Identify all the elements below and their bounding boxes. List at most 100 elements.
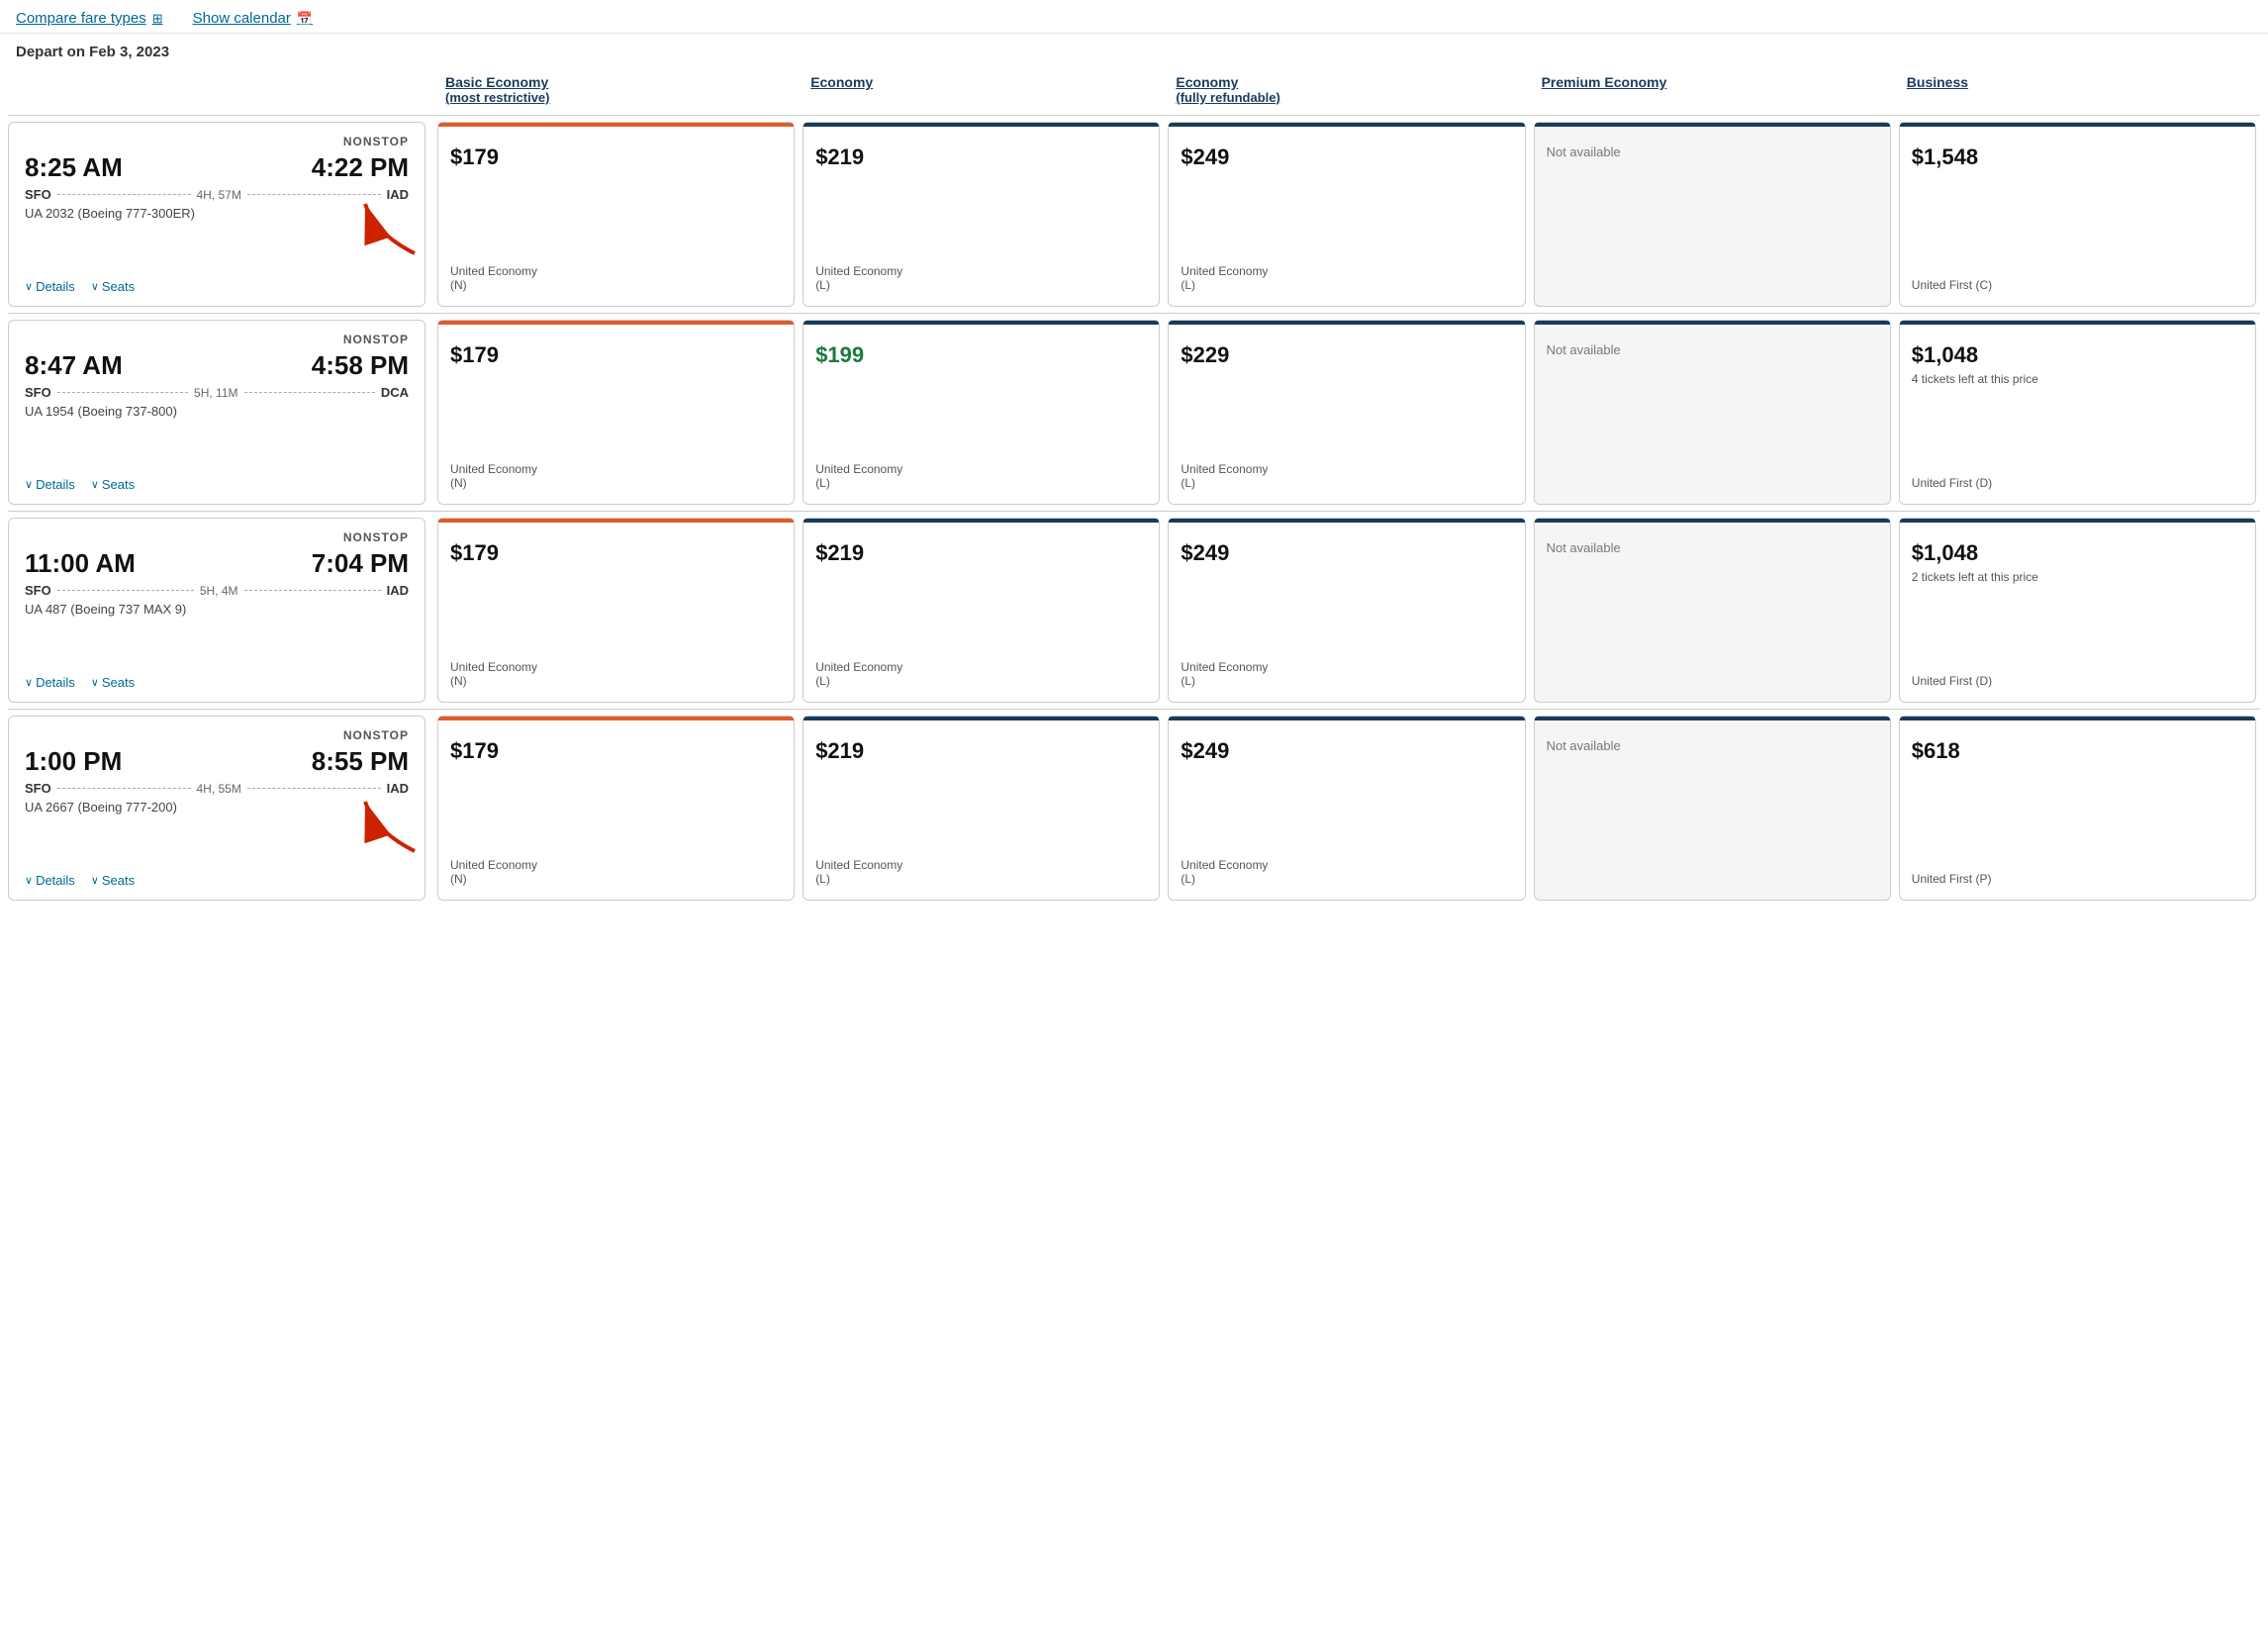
fare-price-2-2: $249	[1181, 540, 1512, 566]
fare-price-0-4: $1,548	[1912, 144, 2243, 170]
fare-cell-3-1[interactable]: $219 United Economy(L)	[803, 716, 1160, 901]
col-header-economy[interactable]: Economy	[799, 68, 1164, 111]
nonstop-label-2: NONSTOP	[25, 530, 409, 544]
col-header-economy-refundable-label: Economy	[1176, 74, 1517, 90]
flight-info-3: NONSTOP 1:00 PM 8:55 PM SFO 4H, 55M IAD …	[8, 716, 425, 901]
col-header-business[interactable]: Business	[1895, 68, 2260, 111]
dest-1: DCA	[381, 385, 409, 400]
nonstop-label-0: NONSTOP	[25, 135, 409, 148]
details-link-3[interactable]: ∨ Details	[25, 873, 75, 888]
fare-cell-3-2[interactable]: $249 United Economy(L)	[1168, 716, 1525, 901]
fare-cell-3-4[interactable]: $618 United First (P)	[1899, 716, 2256, 901]
details-link-0[interactable]: ∨ Details	[25, 279, 75, 294]
aircraft-1: UA 1954 (Boeing 737-800)	[25, 404, 409, 419]
fare-cell-2-2[interactable]: $249 United Economy(L)	[1168, 518, 1525, 703]
fare-sub-2-1: United Economy(L)	[815, 652, 1147, 688]
flight-info-1: NONSTOP 8:47 AM 4:58 PM SFO 5H, 11M DCA …	[8, 320, 425, 505]
fare-cell-2-3: Not available	[1534, 518, 1891, 703]
dashes2-1	[244, 392, 375, 393]
details-chevron-2: ∨	[25, 676, 33, 689]
dashes2-0	[247, 194, 381, 195]
dashes2-3	[247, 788, 381, 789]
col-header-economy-refundable[interactable]: Economy (fully refundable)	[1164, 68, 1529, 111]
show-calendar-link[interactable]: Show calendar 📅	[193, 10, 313, 27]
compare-icon: ⊞	[152, 11, 163, 27]
details-link-2[interactable]: ∨ Details	[25, 675, 75, 690]
show-calendar-label: Show calendar	[193, 10, 291, 27]
compare-fare-link[interactable]: Compare fare types ⊞	[16, 10, 163, 27]
fare-sub-1-4: United First (D)	[1912, 468, 2243, 490]
arrive-time-3: 8:55 PM	[312, 746, 409, 777]
fare-price-1-1: $199	[815, 342, 1147, 368]
fare-sub-3-2: United Economy(L)	[1181, 850, 1512, 886]
seats-chevron-2: ∨	[91, 676, 99, 689]
fare-cell-1-3: Not available	[1534, 320, 1891, 505]
seats-link-0[interactable]: ∨ Seats	[91, 279, 135, 294]
aircraft-3: UA 2667 (Boeing 777-200)	[25, 800, 409, 815]
flight-row-1: NONSTOP 8:47 AM 4:58 PM SFO 5H, 11M DCA …	[8, 313, 2260, 511]
origin-2: SFO	[25, 583, 51, 598]
fare-price-1-0: $179	[450, 342, 782, 368]
flight-row-0: NONSTOP 8:25 AM 4:22 PM SFO 4H, 57M IAD …	[8, 115, 2260, 313]
details-link-1[interactable]: ∨ Details	[25, 477, 75, 492]
fare-cell-1-2[interactable]: $229 United Economy(L)	[1168, 320, 1525, 505]
fare-sub-1-2: United Economy(L)	[1181, 454, 1512, 490]
fare-cell-0-2[interactable]: $249 United Economy(L)	[1168, 122, 1525, 307]
dest-0: IAD	[387, 187, 409, 202]
details-label-2: Details	[36, 675, 75, 690]
seats-link-2[interactable]: ∨ Seats	[91, 675, 135, 690]
arrive-time-1: 4:58 PM	[312, 350, 409, 381]
duration-2: 5H, 4M	[200, 584, 238, 598]
fare-price-3-2: $249	[1181, 738, 1512, 764]
col-header-basic-economy-label: Basic Economy	[445, 74, 787, 90]
aircraft-0: UA 2032 (Boeing 777-300ER)	[25, 206, 409, 221]
duration-3: 4H, 55M	[197, 782, 241, 796]
fare-cell-1-4[interactable]: $1,048 4 tickets left at this price Unit…	[1899, 320, 2256, 505]
details-label-0: Details	[36, 279, 75, 294]
depart-time-3: 1:00 PM	[25, 746, 122, 777]
fare-cell-1-1[interactable]: $199 United Economy(L)	[803, 320, 1160, 505]
fare-cell-2-0[interactable]: $179 United Economy(N)	[437, 518, 795, 703]
fare-sub-1-0: United Economy(N)	[450, 454, 782, 490]
fare-cell-2-1[interactable]: $219 United Economy(L)	[803, 518, 1160, 703]
seats-label-2: Seats	[102, 675, 135, 690]
dashes-3	[57, 788, 191, 789]
fare-cell-0-1[interactable]: $219 United Economy(L)	[803, 122, 1160, 307]
origin-1: SFO	[25, 385, 51, 400]
nonstop-label-1: NONSTOP	[25, 333, 409, 346]
fare-price-1-2: $229	[1181, 342, 1512, 368]
fare-price-0-1: $219	[815, 144, 1147, 170]
flights-container: NONSTOP 8:25 AM 4:22 PM SFO 4H, 57M IAD …	[8, 115, 2260, 907]
seats-label-3: Seats	[102, 873, 135, 888]
fare-cell-3-0[interactable]: $179 United Economy(N)	[437, 716, 795, 901]
fare-sub-3-4: United First (P)	[1912, 864, 2243, 886]
col-header-basic-economy[interactable]: Basic Economy (most restrictive)	[433, 68, 799, 111]
col-header-empty	[8, 68, 433, 111]
fare-cell-2-4[interactable]: $1,048 2 tickets left at this price Unit…	[1899, 518, 2256, 703]
details-label-1: Details	[36, 477, 75, 492]
nonstop-label-3: NONSTOP	[25, 728, 409, 742]
fare-cell-0-4[interactable]: $1,548 United First (C)	[1899, 122, 2256, 307]
depart-time-0: 8:25 AM	[25, 152, 123, 183]
aircraft-2: UA 487 (Boeing 737 MAX 9)	[25, 602, 409, 617]
fare-cell-0-0[interactable]: $179 United Economy(N)	[437, 122, 795, 307]
details-chevron-3: ∨	[25, 874, 33, 887]
seats-link-3[interactable]: ∨ Seats	[91, 873, 135, 888]
seats-chevron-1: ∨	[91, 478, 99, 491]
details-chevron-0: ∨	[25, 280, 33, 293]
seats-chevron-0: ∨	[91, 280, 99, 293]
compare-fare-label: Compare fare types	[16, 10, 146, 27]
fare-sub-2-2: United Economy(L)	[1181, 652, 1512, 688]
fare-cell-0-3: Not available	[1534, 122, 1891, 307]
fare-cell-1-0[interactable]: $179 United Economy(N)	[437, 320, 795, 505]
depart-label: Depart on Feb 3, 2023	[0, 34, 2268, 68]
col-header-premium-economy[interactable]: Premium Economy	[1530, 68, 1895, 111]
col-header-basic-economy-sub: (most restrictive)	[445, 90, 787, 105]
not-available-text-3-3: Not available	[1547, 738, 1878, 753]
flight-info-0: NONSTOP 8:25 AM 4:22 PM SFO 4H, 57M IAD …	[8, 122, 425, 307]
fare-price-2-4: $1,048	[1912, 540, 2243, 566]
flight-info-2: NONSTOP 11:00 AM 7:04 PM SFO 5H, 4M IAD …	[8, 518, 425, 703]
fare-sub-3-0: United Economy(N)	[450, 850, 782, 886]
seats-link-1[interactable]: ∨ Seats	[91, 477, 135, 492]
col-header-economy-refundable-sub: (fully refundable)	[1176, 90, 1517, 105]
